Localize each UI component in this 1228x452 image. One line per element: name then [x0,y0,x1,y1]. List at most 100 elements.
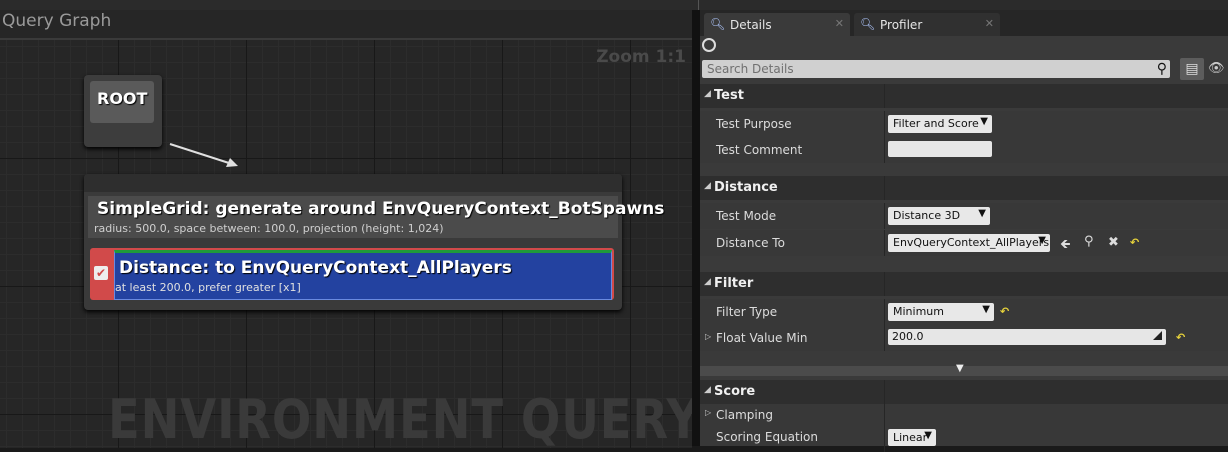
filter-type-value: Minimum [893,305,944,318]
search-placeholder: Search Details [707,62,794,76]
eye-icon[interactable]: 👁︎ [1208,61,1226,76]
close-icon[interactable]: ✕ [835,17,844,30]
prop-float-value-min: ▷ Float Value Min 200.0 ↶ [700,325,1228,351]
tab-details-label: Details [730,18,772,32]
prop-test-purpose: Test Purpose Filter and Score ▼ [700,111,1228,137]
connection-arrow [169,143,238,167]
column-divider [884,380,885,404]
prop-clamping-label: Clamping [716,408,773,422]
view-options-button[interactable]: ▤ [1180,58,1204,80]
prop-distance-to: Distance To EnvQueryContext_AllPlayers ▼… [700,230,1228,256]
advanced-expander[interactable]: ▼ [700,363,1228,376]
prop-scoring-equation-label: Scoring Equation [716,430,819,444]
reset-to-default-icon[interactable]: ↶ [1176,331,1185,344]
scoring-equation-dropdown[interactable]: Linear ▼ [888,429,936,446]
expand-arrow-icon[interactable]: ▷ [705,408,711,417]
column-divider [884,111,885,137]
prop-filter-type-label: Filter Type [716,305,778,319]
column-divider [884,176,885,200]
search-details-input[interactable]: Search Details ⚲ [702,60,1170,78]
prop-distance-to-label: Distance To [716,236,785,250]
chevron-down-icon: ▼ [924,430,932,441]
category-filter[interactable]: ◢ Filter [700,272,1228,296]
scoring-equation-value: Linear [893,431,928,444]
root-node[interactable]: ROOT [84,75,162,147]
tab-profiler[interactable]: 🔍︎ Profiler ✕ [854,13,1000,36]
clear-x-icon[interactable]: ✖ [1108,235,1119,250]
filter-type-dropdown[interactable]: Minimum ▼ [888,303,994,321]
zoom-label: Zoom 1:1 [596,47,686,67]
search-icon[interactable]: ⚲ [1157,61,1167,77]
float-value-min-value: 200.0 [892,330,924,343]
column-divider [884,272,885,296]
column-divider [884,325,885,351]
generator-node-subtitle: radius: 500.0, space between: 100.0, pro… [94,222,444,235]
collapse-arrow-icon: ◢ [704,89,711,99]
query-graph-canvas[interactable]: Zoom 1:1 ROOT SimpleGrid: generate aroun… [0,38,692,448]
tab-details[interactable]: 🔍︎ Details ✕ [704,13,850,36]
category-distance[interactable]: ◢ Distance [700,176,1228,200]
chevron-down-icon: ▼ [1038,235,1046,246]
generator-node-body: SimpleGrid: generate around EnvQueryCont… [88,196,664,238]
chevron-down-icon: ▼ [982,304,990,315]
graph-header: Query Graph [0,10,692,38]
float-value-min-input[interactable]: 200.0 [888,329,1166,345]
magnifier-icon: 🔍︎ [710,17,726,31]
collapse-arrow-icon: ◢ [704,181,711,191]
prop-clamping: ▷ Clamping [700,404,1228,430]
collapse-arrow-icon: ◢ [704,385,711,395]
category-score-label: Score [714,384,756,399]
details-panel: 🔍︎ Details ✕ 🔍︎ Profiler ✕ Search Detail… [700,10,1228,452]
reset-to-default-icon[interactable]: ↶ [1130,236,1139,249]
browse-search-icon[interactable]: ⚲ [1084,234,1094,249]
reset-to-default-icon[interactable]: ↶ [1000,305,1009,318]
prop-test-comment: Test Comment [700,137,1228,163]
generator-node-title: SimpleGrid: generate around EnvQueryCont… [97,199,665,219]
prop-test-comment-label: Test Comment [716,143,803,157]
distance-to-value: EnvQueryContext_AllPlayers [893,236,1050,249]
column-divider [884,299,885,325]
resize-handle-icon [1153,331,1162,340]
chevron-down-icon: ▼ [956,363,964,374]
generator-node-input-pin-area[interactable] [84,174,622,192]
root-node-header: ROOT [90,81,154,123]
column-divider [884,230,885,256]
tab-profiler-label: Profiler [880,18,923,32]
prop-filter-type: Filter Type Minimum ▼ ↶ [700,299,1228,325]
test-node-body[interactable]: Distance: to EnvQueryContext_AllPlayers … [114,250,612,300]
generator-node[interactable]: SimpleGrid: generate around EnvQueryCont… [84,174,664,310]
magnifier-icon: 🔍︎ [860,17,876,31]
column-divider [884,426,885,452]
column-divider [884,137,885,163]
test-node-title: Distance: to EnvQueryContext_AllPlayers [119,258,512,278]
test-node[interactable]: ✔ Distance: to EnvQueryContext_AllPlayer… [90,248,614,300]
top-toolbar-strip [0,0,1228,10]
test-comment-input[interactable] [888,141,992,157]
panel-splitter[interactable] [692,10,700,446]
graph-title: Query Graph [2,11,112,31]
test-enabled-checkbox[interactable]: ✔ [94,266,108,280]
column-divider [884,84,885,108]
category-test[interactable]: ◢ Test [700,84,1228,108]
prop-scoring-equation: Scoring Equation Linear ▼ [700,426,1228,452]
expand-arrow-icon[interactable]: ▷ [705,332,711,341]
category-filter-label: Filter [714,276,754,291]
test-purpose-value: Filter and Score [893,117,979,130]
toolbar-separator [698,0,699,10]
root-node-label: ROOT [97,89,148,108]
prop-float-value-min-label: Float Value Min [716,331,808,345]
lock-icon[interactable] [702,38,716,52]
test-node-subtitle: at least 200.0, prefer greater [x1] [115,281,301,294]
category-test-label: Test [714,88,744,103]
use-selected-arrow-icon[interactable]: 🡸 [1060,235,1071,257]
tab-strip: 🔍︎ Details ✕ 🔍︎ Profiler ✕ [700,10,1228,36]
graph-watermark: ENVIRONMENT QUERY [108,388,692,448]
chevron-down-icon: ▼ [980,116,988,127]
category-score[interactable]: ◢ Score [700,380,1228,404]
distance-to-dropdown[interactable]: EnvQueryContext_AllPlayers ▼ [888,234,1050,252]
collapse-arrow-icon: ◢ [704,277,711,287]
test-mode-dropdown[interactable]: Distance 3D ▼ [888,207,990,225]
category-distance-label: Distance [714,180,778,195]
close-icon[interactable]: ✕ [985,17,994,30]
test-purpose-dropdown[interactable]: Filter and Score ▼ [888,115,992,133]
